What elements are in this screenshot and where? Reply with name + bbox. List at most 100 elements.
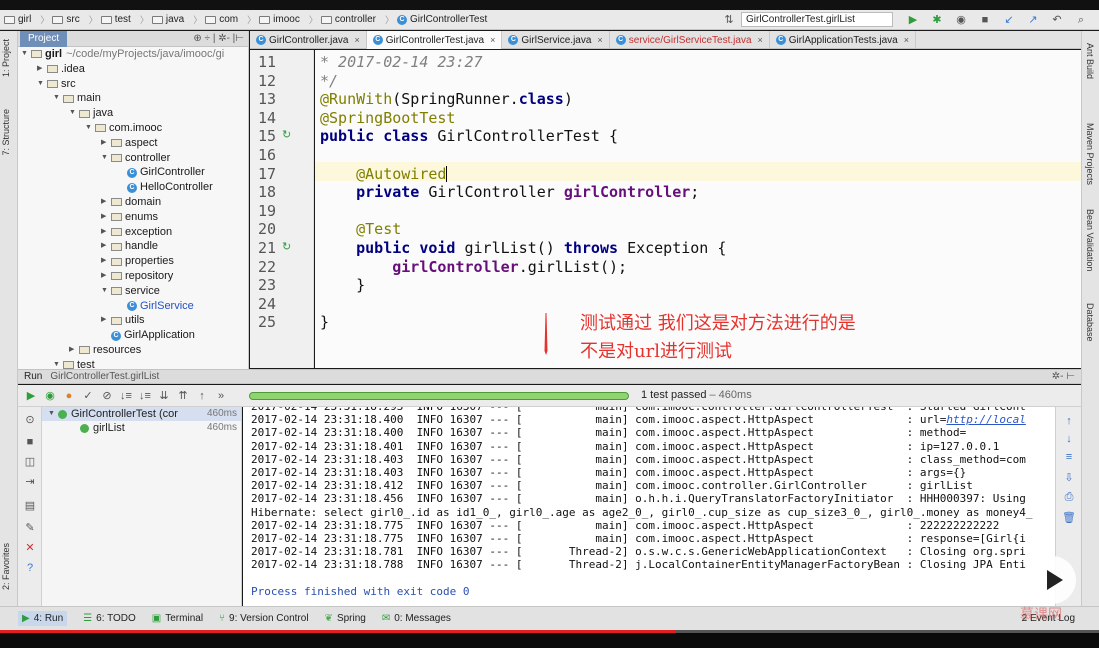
project-panel-tools[interactable]: ⊕ ÷ | ✲- |⊢ (193, 33, 244, 44)
breadcrumb-item[interactable]: C GirlControllerTest (397, 14, 487, 25)
collapse-all-icon[interactable]: ⇈ (176, 389, 190, 403)
breadcrumb-item[interactable]: java (151, 14, 184, 25)
close-icon[interactable]: × (354, 35, 359, 45)
tree-node[interactable]: ▶ repository (18, 269, 248, 284)
tree-node[interactable]: ▶ exception (18, 225, 248, 240)
sort-alpha-icon[interactable]: ↓≡ (119, 389, 133, 403)
debug-icon[interactable]: ✱ (930, 13, 944, 27)
bottom-tab[interactable]: ▶ 4: Run (18, 611, 68, 626)
close-icon[interactable]: × (597, 35, 602, 45)
video-play-button[interactable] (1028, 556, 1076, 604)
tree-node[interactable]: ▼ test (18, 358, 248, 369)
bottom-tab[interactable]: ☰ 6: TODO (83, 613, 136, 624)
tree-node[interactable]: ▶ domain (18, 195, 248, 210)
camera-icon[interactable]: ◫ (23, 455, 37, 469)
run-config-select[interactable]: GirlControllerTest.girlList (741, 12, 893, 27)
bottom-tab[interactable]: ✉ 0: Messages (382, 613, 451, 624)
breadcrumb-item[interactable]: imooc (259, 14, 300, 25)
coverage-icon[interactable]: ◉ (954, 13, 968, 27)
close-icon[interactable]: × (904, 35, 909, 45)
tree-node[interactable]: ▶ handle (18, 239, 248, 254)
more-icon[interactable]: » (214, 389, 228, 403)
toggle-auto-test-icon[interactable]: ● (62, 389, 76, 403)
close-icon[interactable]: ✕ (23, 541, 37, 555)
undo-icon[interactable]: ↶ (1050, 13, 1064, 27)
tree-node[interactable]: C HelloController (18, 180, 248, 195)
breadcrumb-item[interactable]: test (100, 14, 131, 25)
print-icon[interactable]: ⎙ (1062, 491, 1076, 505)
run-panel-settings-icon[interactable]: ✲- ⊢ (1052, 371, 1075, 382)
vcs-commit-icon[interactable]: ↗ (1026, 13, 1040, 27)
run-test-gutter-icon[interactable]: ↻ (282, 240, 291, 253)
console-output[interactable]: 2017-02-14 23:31:18.293 INFO 16307 --- [… (243, 407, 1055, 606)
project-tool-tab[interactable]: 1: Project (1, 39, 11, 77)
tree-node[interactable]: C GirlService (18, 299, 248, 314)
run-test-gutter-icon[interactable]: ↻ (282, 128, 291, 141)
project-root[interactable]: ▼ girl ~/code/myProjects/java/imooc/gi (18, 47, 248, 62)
tree-node[interactable]: ▶ properties (18, 254, 248, 269)
structure-tool-tab[interactable]: 7: Structure (1, 109, 11, 156)
tree-node[interactable]: ▼ com.imooc (18, 121, 248, 136)
tree-node[interactable]: ▼ service (18, 284, 248, 299)
bottom-tab[interactable]: ⑂ 9: Version Control (219, 613, 309, 624)
stop-icon[interactable]: ■ (23, 435, 37, 449)
close-icon[interactable]: × (758, 35, 763, 45)
database-tab[interactable]: Database (1085, 303, 1095, 342)
breadcrumb-item[interactable]: com (205, 14, 238, 25)
tree-node[interactable]: ▼ main (18, 91, 248, 106)
editor-tab[interactable]: C GirlControllerTest.java × (366, 31, 503, 49)
show-passed-icon[interactable]: ✓ (81, 389, 95, 403)
exit-icon[interactable]: ⇥ (23, 475, 37, 489)
tree-node[interactable]: ▶ enums (18, 210, 248, 225)
breadcrumb-item[interactable]: girl (4, 14, 31, 25)
run-icon[interactable]: ▶ (906, 13, 920, 27)
editor-tab[interactable]: C GirlController.java × (250, 31, 367, 49)
help-icon[interactable]: ? (23, 561, 37, 575)
arrow-up-icon[interactable]: ↑ (1062, 415, 1076, 429)
project-tab[interactable]: Project (20, 31, 68, 47)
breadcrumb-item[interactable]: controller (320, 14, 376, 25)
trash-icon[interactable]: 🗑 (1062, 511, 1076, 525)
test-item[interactable]: girlList 460ms (42, 421, 241, 435)
favorites-tool-tab[interactable]: 2: Favorites (1, 543, 11, 590)
expand-all-icon[interactable]: ⇊ (157, 389, 171, 403)
video-progress[interactable] (0, 630, 675, 633)
rerun-icon[interactable]: ▶ (24, 389, 38, 403)
editor-tab[interactable]: C GirlService.java × (502, 31, 610, 49)
rerun-failed-icon[interactable]: ◉ (43, 389, 57, 403)
tree-node[interactable]: ▶ aspect (18, 136, 248, 151)
pin-icon[interactable]: ⊙ (23, 413, 37, 427)
search-icon[interactable]: ⌕ (1074, 13, 1088, 27)
sort-duration-icon[interactable]: ↓≡ (138, 389, 152, 403)
breadcrumb-item[interactable]: src (52, 14, 80, 25)
tree-node[interactable]: C GirlApplication (18, 328, 248, 343)
test-item[interactable]: ▼ GirlControllerTest (cor 460ms (42, 407, 241, 421)
scroll-to-end-icon[interactable]: ⇩ (1062, 471, 1076, 485)
tree-node[interactable]: ▼ controller (18, 151, 248, 166)
pin-tab-icon[interactable]: ✎ (23, 521, 37, 535)
tree-node[interactable]: ▼ src (18, 77, 248, 92)
build-icon[interactable]: ⇅ (722, 13, 736, 27)
previous-icon[interactable]: ↑ (195, 389, 209, 403)
editor-tab[interactable]: C GirlApplicationTests.java × (770, 31, 916, 49)
bean-validation-tab[interactable]: Bean Validation (1085, 209, 1095, 271)
soft-wrap-icon[interactable]: ≡ (1062, 451, 1076, 465)
tree-node[interactable]: ▶ resources (18, 343, 248, 358)
package-icon (111, 242, 122, 251)
tree-node[interactable]: ▼ java (18, 106, 248, 121)
bottom-tab[interactable]: ❦ Spring (325, 613, 366, 624)
stop-icon[interactable]: ■ (978, 13, 992, 27)
editor-tab[interactable]: Cservice/GirlServiceTest.java × (610, 31, 770, 49)
arrow-down-icon[interactable]: ↓ (1062, 433, 1076, 447)
tree-node[interactable]: ▶ .idea (18, 62, 248, 77)
bottom-tab[interactable]: ▣ Terminal (152, 613, 203, 624)
ant-build-tab[interactable]: Ant Build (1085, 43, 1095, 79)
tree-node[interactable]: ▶ utils (18, 313, 248, 328)
maven-projects-tab[interactable]: Maven Projects (1085, 123, 1095, 185)
console-link[interactable]: http://local (946, 413, 1025, 426)
layout-icon[interactable]: ▤ (23, 499, 37, 513)
close-icon[interactable]: × (490, 35, 495, 45)
tree-node[interactable]: C GirlController (18, 165, 248, 180)
vcs-update-icon[interactable]: ↙ (1002, 13, 1016, 27)
show-ignored-icon[interactable]: ⊘ (100, 389, 114, 403)
